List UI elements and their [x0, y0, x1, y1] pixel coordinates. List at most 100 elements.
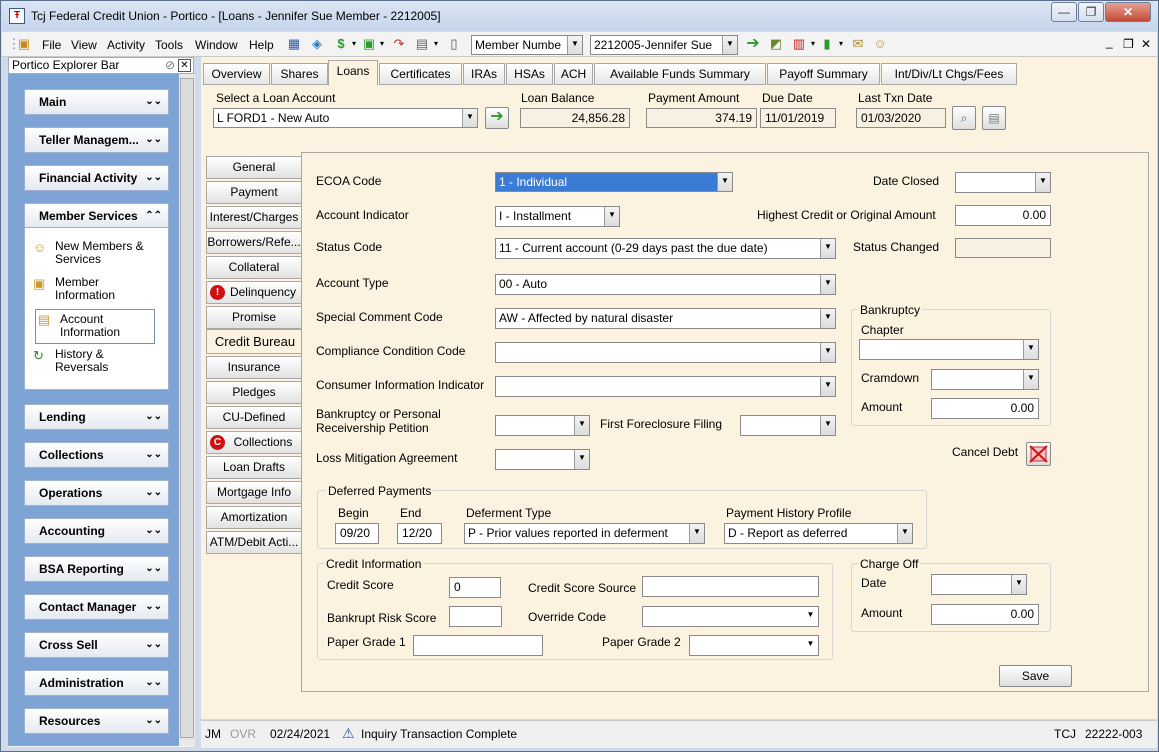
cash-dropdown-icon[interactable]: ▾ [374, 36, 390, 52]
people-icon[interactable]: ☺ [872, 36, 888, 52]
deferment-type-select[interactable]: P - Prior values reported in deferment ▼ [464, 523, 705, 544]
side-tab-loan-drafts[interactable]: Loan Drafts [206, 456, 302, 479]
explorer-scrollbar[interactable] [179, 74, 195, 746]
printer-dropdown-icon[interactable]: ▾ [428, 36, 444, 52]
side-tab-promise[interactable]: Promise [206, 306, 302, 329]
cramdown-select[interactable]: ▼ [931, 369, 1039, 390]
chevron-down-icon[interactable]: ▼ [820, 343, 835, 362]
nav-member-services[interactable]: Member Services ⌃⌃ [24, 203, 169, 229]
chevron-down-icon[interactable]: ▼ [820, 275, 835, 294]
side-tab-interest-charges[interactable]: Interest/Charges [206, 206, 302, 229]
scrollbar-thumb[interactable] [180, 78, 194, 738]
tab-certificates[interactable]: Certificates [379, 63, 462, 85]
pin-icon[interactable]: ⊘ [165, 58, 175, 73]
charge-off-date-select[interactable]: ▼ [931, 574, 1027, 595]
app-icon[interactable]: Ŧ [9, 8, 25, 24]
chevron-down-icon[interactable]: ▼ [689, 524, 704, 543]
chevron-down-icon[interactable]: ▼ [722, 36, 737, 54]
override-code-select[interactable]: ▼ [642, 606, 819, 627]
inquiry-button[interactable]: ⌕ [952, 106, 976, 130]
tag-icon[interactable]: ◈ [309, 36, 325, 52]
begin-field[interactable]: 09/20 [335, 523, 379, 544]
foreclosure-select[interactable]: ▼ [740, 415, 836, 436]
document-icon[interactable]: ▯ [446, 36, 462, 52]
special-comment-select[interactable]: AW - Affected by natural disaster ▼ [495, 308, 836, 329]
chevron-down-icon[interactable]: ▼ [1023, 370, 1038, 389]
sub-account-information[interactable]: ▤ Account Information [35, 309, 155, 344]
compliance-select[interactable]: ▼ [495, 342, 836, 363]
minimize-button[interactable]: — [1051, 2, 1077, 22]
chevron-down-icon[interactable]: ▼ [803, 607, 818, 626]
chevron-down-icon[interactable]: ▼ [462, 109, 477, 127]
charge-off-amount-field[interactable]: 0.00 [931, 604, 1039, 625]
transfer-icon[interactable]: ◩ [768, 36, 784, 52]
chapter-select[interactable]: ▼ [859, 339, 1039, 360]
menu-file[interactable]: File [42, 38, 61, 52]
chevron-down-icon[interactable]: ▼ [1023, 340, 1038, 359]
search-type-select[interactable]: Member Numbe ▼ [471, 35, 583, 55]
menu-window[interactable]: Window [195, 38, 238, 52]
paper-grade-2-select[interactable]: ▼ [689, 635, 819, 656]
paper-grade-1-field[interactable] [413, 635, 543, 656]
side-tab-atm-debit[interactable]: ATM/Debit Acti... [206, 531, 302, 554]
chevron-down-icon[interactable]: ▼ [820, 377, 835, 396]
nav-bsa-reporting[interactable]: BSA Reporting ⌄⌄ [24, 556, 169, 582]
member-select[interactable]: 2212005-Jennifer Sue ▼ [590, 35, 738, 55]
consumer-info-select[interactable]: ▼ [495, 376, 836, 397]
folder-icon[interactable]: ▣ [16, 36, 32, 52]
cancel-debt-button[interactable] [1026, 442, 1051, 466]
close-explorer-icon[interactable]: ✕ [178, 59, 191, 72]
nav-main[interactable]: Main ⌄⌄ [24, 89, 169, 115]
payment-history-select[interactable]: D - Report as deferred ▼ [724, 523, 913, 544]
go-arrow-icon[interactable]: ➔ [745, 36, 761, 52]
chevron-down-icon[interactable]: ▼ [567, 36, 582, 54]
side-tab-cu-defined[interactable]: CU-Defined [206, 406, 302, 429]
tab-ach[interactable]: ACH [554, 63, 593, 85]
ecoa-select[interactable]: 1 - Individual ▼ [495, 172, 733, 192]
end-field[interactable]: 12/20 [397, 523, 442, 544]
close-button[interactable]: ✕ [1105, 2, 1151, 22]
side-tab-payment[interactable]: Payment [206, 181, 302, 204]
chevron-down-icon[interactable]: ▼ [820, 416, 835, 435]
chevron-down-icon[interactable]: ▼ [604, 207, 619, 226]
nav-administration[interactable]: Administration ⌄⌄ [24, 670, 169, 696]
chevron-down-icon[interactable]: ▼ [803, 636, 818, 655]
nav-operations[interactable]: Operations ⌄⌄ [24, 480, 169, 506]
side-tab-mortgage-info[interactable]: Mortgage Info [206, 481, 302, 504]
account-indicator-select[interactable]: I - Installment ▼ [495, 206, 620, 227]
mail-icon[interactable]: ✉ [850, 36, 866, 52]
account-type-select[interactable]: 00 - Auto ▼ [495, 274, 836, 295]
chevron-down-icon[interactable]: ▼ [717, 173, 732, 191]
side-tab-delinquency[interactable]: ! Delinquency [206, 281, 302, 304]
loss-mitigation-select[interactable]: ▼ [495, 449, 590, 470]
chevron-down-icon[interactable]: ▼ [1035, 173, 1050, 192]
bankrupt-risk-field[interactable] [449, 606, 502, 627]
chevron-down-icon[interactable]: ▼ [820, 309, 835, 328]
mdi-restore-button[interactable]: ❐ [1123, 37, 1134, 51]
print-button[interactable]: ▤ [982, 106, 1006, 130]
tab-overview[interactable]: Overview [203, 63, 270, 85]
tab-available-funds[interactable]: Available Funds Summary [594, 63, 766, 85]
nav-contact-manager[interactable]: Contact Manager ⌄⌄ [24, 594, 169, 620]
go-arrow-button[interactable]: ➔ [485, 107, 509, 129]
nav-teller-management[interactable]: Teller Managem... ⌄⌄ [24, 127, 169, 153]
sub-new-members[interactable]: ☺ New Members & Services [31, 240, 155, 266]
menu-tools[interactable]: Tools [155, 38, 183, 52]
side-tab-general[interactable]: General [206, 156, 302, 179]
nav-accounting[interactable]: Accounting ⌄⌄ [24, 518, 169, 544]
side-tab-insurance[interactable]: Insurance [206, 356, 302, 379]
side-tab-collateral[interactable]: Collateral [206, 256, 302, 279]
credit-score-source-field[interactable] [642, 576, 819, 597]
menu-view[interactable]: View [71, 38, 97, 52]
side-tab-credit-bureau[interactable]: Credit Bureau [206, 329, 304, 354]
chevron-down-icon[interactable]: ▼ [574, 450, 589, 469]
maximize-button[interactable]: ❐ [1078, 2, 1104, 22]
tab-hsas[interactable]: HSAs [506, 63, 553, 85]
calculator-icon[interactable]: ▦ [286, 36, 302, 52]
tab-iras[interactable]: IRAs [463, 63, 505, 85]
menu-activity[interactable]: Activity [107, 38, 145, 52]
bankruptcy-petition-select[interactable]: ▼ [495, 415, 590, 436]
redo-arrow-icon[interactable]: ↷ [391, 36, 407, 52]
side-tab-collections[interactable]: C Collections [206, 431, 302, 454]
side-tab-amortization[interactable]: Amortization [206, 506, 302, 529]
